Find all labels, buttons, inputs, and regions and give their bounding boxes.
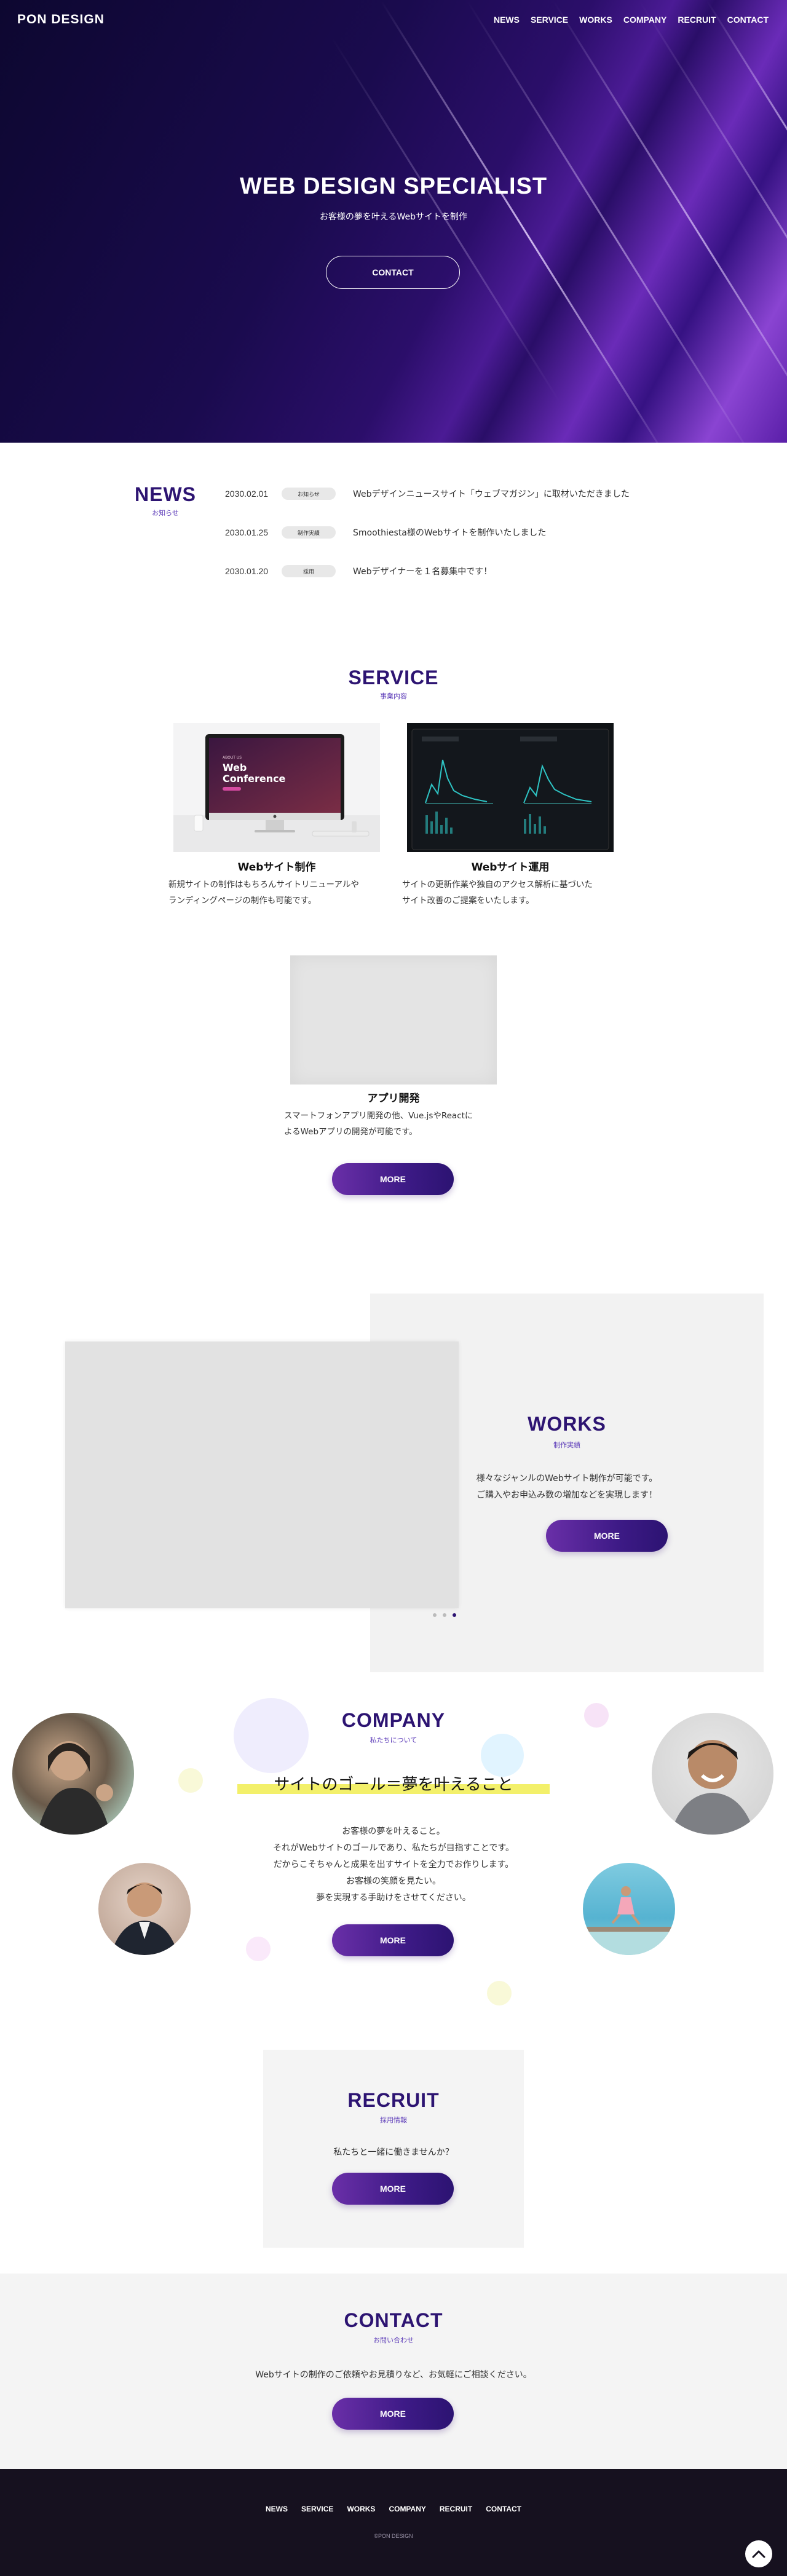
service-card-title: Webサイト運用 (471, 861, 550, 874)
footer-nav: NEWS SERVICE WORKS COMPANY RECRUIT CONTA… (0, 2505, 787, 2513)
company-message-line: 夢を実現する手助けをさせてください。 (316, 1893, 471, 1903)
screen-label-1: Web (223, 762, 247, 773)
contact-title: CONTACT (344, 2309, 443, 2331)
service-card-desc-line: ランディングページの制作も可能です。 (168, 896, 317, 906)
service-web-image: ABOUT US Web Conference (173, 723, 380, 852)
nav-item-service[interactable]: SERVICE (531, 15, 568, 25)
recruit-more-button[interactable]: MORE (332, 2173, 454, 2205)
news-item[interactable]: 2030.01.25 制作実績 Smoothiesta様のWebサイトを制作いた… (225, 526, 546, 539)
company-catchphrase: サイトのゴール＝夢を叶えること (274, 1776, 513, 1794)
company-message: お客様の夢を叶えること。 それがWebサイトのゴールであり、私たちが目指すことで… (0, 1823, 787, 1906)
service-title: SERVICE (348, 666, 439, 689)
news-item[interactable]: 2030.01.20 採用 Webデザイナーを１名募集中です！ (225, 565, 492, 577)
news-badge: 制作実績 (282, 526, 336, 539)
nav-item-works[interactable]: WORKS (579, 15, 612, 25)
footer-nav-works[interactable]: WORKS (347, 2505, 375, 2513)
nav-item-recruit[interactable]: RECRUIT (678, 15, 716, 25)
works-more-button[interactable]: MORE (546, 1520, 668, 1552)
news-badge: 採用 (282, 565, 336, 577)
slider-dot[interactable] (443, 1613, 446, 1617)
company-more-button[interactable]: MORE (332, 1924, 454, 1956)
news-item[interactable]: 2030.02.01 お知らせ Webデザインニュースサイト「ウェブマガジン」に… (225, 488, 630, 500)
footer (0, 2469, 787, 2576)
service-card-desc: スマートフォンアプリ開発の他、Vue.jsやReactに よるWebアプリの開発… (284, 1108, 505, 1140)
news-date: 2030.01.20 (225, 566, 269, 576)
screen-label-small: ABOUT US (223, 756, 242, 760)
works-title: WORKS (528, 1413, 606, 1435)
service-card-desc: 新規サイトの制作はもちろんサイトリニューアルや ランディングページの制作も可能で… (168, 877, 390, 909)
decor-bubble (487, 1981, 512, 2005)
copyright: ©PON DESIGN (374, 2533, 413, 2539)
service-subtitle: 事業内容 (380, 692, 407, 700)
service-card-desc-line: サイトの更新作業や独自のアクセス解析に基づいた (402, 880, 593, 890)
news-title: NEWS (135, 483, 196, 505)
slider-dot-active[interactable] (453, 1613, 456, 1617)
nav-item-company[interactable]: COMPANY (623, 15, 667, 25)
contact-text: Webサイトの制作のご依頼やお見積りなど、お気軽にご相談ください。 (255, 2370, 532, 2380)
company-message-line: お客様の夢を叶えること。 (342, 1827, 445, 1836)
works-description: 様々なジャンルのWebサイト制作が可能です。 ご購入やお申込み数の増加などを実現… (370, 1471, 764, 1504)
service-card-desc-line: サイト改善のご提案をいたします。 (402, 896, 534, 906)
screen-label-2: Conference (223, 773, 286, 784)
news-date: 2030.01.25 (225, 527, 269, 537)
service-more-button[interactable]: MORE (332, 1163, 454, 1195)
chevron-up-icon (752, 2550, 765, 2558)
footer-nav-service[interactable]: SERVICE (301, 2505, 333, 2513)
nav-item-news[interactable]: NEWS (494, 15, 520, 25)
back-to-top-button[interactable] (744, 2539, 773, 2569)
service-card-desc-line: 新規サイトの制作はもちろんサイトリニューアルや (168, 880, 359, 890)
company-message-line: それがWebサイトのゴールであり、私たちが目指すことです。 (272, 1843, 514, 1853)
recruit-text: 私たちと一緒に働きませんか？ (333, 2147, 454, 2157)
service-card-desc: サイトの更新作業や独自のアクセス解析に基づいた サイト改善のご提案をいたします。 (402, 877, 623, 909)
footer-nav-company[interactable]: COMPANY (389, 2505, 425, 2513)
recruit-subtitle: 採用情報 (380, 2116, 407, 2124)
header-nav: NEWS SERVICE WORKS COMPANY RECRUIT CONTA… (494, 15, 769, 25)
service-card-desc-line: よるWebアプリの開発が可能です。 (284, 1127, 417, 1137)
contact-more-button[interactable]: MORE (332, 2398, 454, 2430)
service-card-desc-line: スマートフォンアプリ開発の他、Vue.jsやReactに (284, 1111, 473, 1121)
footer-nav-recruit[interactable]: RECRUIT (440, 2505, 472, 2513)
news-text[interactable]: Smoothiesta様のWebサイトを制作いたしました (353, 526, 546, 539)
company-message-line: お客様の笑顔を見たい。 (346, 1876, 441, 1886)
slider-dot[interactable] (433, 1613, 437, 1617)
works-subtitle: 制作実績 (553, 1441, 580, 1449)
contact-subtitle: お問い合わせ (373, 2336, 414, 2344)
news-text[interactable]: Webデザイナーを１名募集中です！ (353, 565, 492, 577)
news-date: 2030.02.01 (225, 489, 269, 499)
hero-subtitle: お客様の夢を叶えるWebサイトを制作 (319, 212, 468, 222)
nav-item-contact[interactable]: CONTACT (727, 15, 769, 25)
works-desc-line: 様々なジャンルのWebサイト制作が可能です。 (476, 1474, 658, 1484)
company-title: COMPANY (341, 1709, 446, 1731)
recruit-title: RECRUIT (347, 2089, 440, 2111)
site-logo[interactable]: PON DESIGN (17, 12, 105, 27)
footer-nav-contact[interactable]: CONTACT (486, 2505, 521, 2513)
news-text[interactable]: Webデザインニュースサイト「ウェブマガジン」に取材いただきました (353, 488, 630, 500)
service-app-image (290, 955, 497, 1085)
news-badge: お知らせ (282, 488, 336, 500)
hero-contact-button[interactable]: CONTACT (326, 256, 460, 289)
service-card-title: Webサイト制作 (237, 861, 316, 874)
works-desc-line: ご購入やお申込み数の増加などを実現します！ (477, 1490, 657, 1500)
service-operation-image (407, 723, 614, 852)
company-subtitle: 私たちについて (370, 1736, 417, 1744)
news-subtitle: お知らせ (152, 509, 179, 517)
hero-title: WEB DESIGN SPECIALIST (239, 173, 548, 199)
company-message-line: だからこそちゃんと成果を出すサイトを全力でお作りします。 (273, 1860, 514, 1870)
decor-bubble (246, 1937, 271, 1961)
service-card-title: アプリ開発 (367, 1092, 420, 1105)
footer-nav-news[interactable]: NEWS (266, 2505, 288, 2513)
